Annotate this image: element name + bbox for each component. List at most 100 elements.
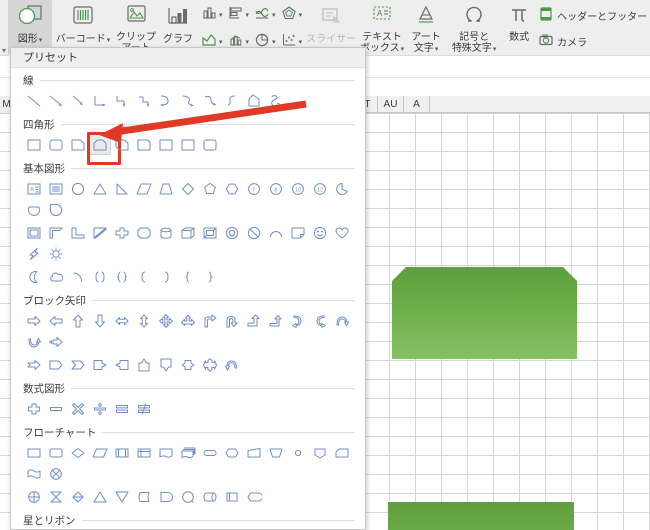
- shape-item-bent-up-arrow[interactable]: [243, 310, 265, 331]
- shape-item-no-symbol[interactable]: [243, 222, 265, 243]
- camera-button[interactable]: カメラ: [536, 28, 649, 54]
- shape-item-quad-arrow-callout[interactable]: [199, 354, 221, 375]
- shape-item-plus-sign[interactable]: [23, 398, 45, 419]
- shape-item-line-arrow-2[interactable]: [67, 90, 89, 111]
- chevron-down-icon[interactable]: ▾: [272, 11, 276, 19]
- shape-item-flow-or[interactable]: [45, 463, 67, 484]
- shape-item-arc-2[interactable]: [67, 266, 89, 287]
- shape-item-half-frame[interactable]: [45, 222, 67, 243]
- shape-item-flow-decision[interactable]: [67, 442, 89, 463]
- shape-item-line-arrow[interactable]: [45, 90, 67, 111]
- shape-item-left-arrow[interactable]: [45, 310, 67, 331]
- shape-item-flow-card[interactable]: [331, 442, 353, 463]
- shape-item-chevron-arrow[interactable]: [67, 354, 89, 375]
- barcode-button[interactable]: バーコード ▾: [52, 0, 114, 54]
- shape-item-rect[interactable]: [23, 134, 45, 155]
- shape-item-plaque[interactable]: [133, 222, 155, 243]
- shape-item-flow-summing-junction[interactable]: [23, 486, 45, 507]
- column-header-AU[interactable]: AU: [378, 96, 404, 112]
- shape-item-round-diagonal-corner[interactable]: [177, 134, 199, 155]
- shape-item-dodecagon[interactable]: 12: [309, 178, 331, 199]
- shape-item-heptagon[interactable]: 7: [243, 178, 265, 199]
- shape-item-flow-document[interactable]: [155, 442, 177, 463]
- shape-item-brace-pair[interactable]: [111, 266, 133, 287]
- shape-item-down-arrow[interactable]: [89, 310, 111, 331]
- shape-item-pie[interactable]: [331, 178, 353, 199]
- shape-item-folded-corner[interactable]: [287, 222, 309, 243]
- shape-item-arc[interactable]: [265, 222, 287, 243]
- chevron-down-icon[interactable]: ▾: [246, 38, 250, 46]
- shape-item-up-down-arrow[interactable]: [133, 310, 155, 331]
- clipart-button[interactable]: クリップ アート: [114, 0, 158, 54]
- shape-item-multiply-sign[interactable]: [67, 398, 89, 419]
- shape-item-down-arrow-callout[interactable]: [155, 354, 177, 375]
- chevron-down-icon[interactable]: ▾: [39, 36, 43, 44]
- shape-item-heart[interactable]: [331, 222, 353, 243]
- ribbon-overflow-caret-left[interactable]: ▾: [0, 28, 8, 55]
- shape-item-connector-curve[interactable]: [155, 90, 177, 111]
- shape-item-isosceles-triangle[interactable]: [89, 178, 111, 199]
- shape-item-flow-punched-tape[interactable]: [23, 463, 45, 484]
- shape-item-lightning-bolt[interactable]: [23, 243, 45, 264]
- shape-item-bent-arrow[interactable]: [199, 310, 221, 331]
- shape-item-hexagon[interactable]: [221, 178, 243, 199]
- shape-item-octagon[interactable]: 8: [265, 178, 287, 199]
- shape-item-can[interactable]: [155, 222, 177, 243]
- shape-item-flow-stored-data[interactable]: [133, 486, 155, 507]
- shape-item-donut[interactable]: [221, 222, 243, 243]
- shape-item-teardrop[interactable]: [45, 199, 67, 220]
- shape-item-smiley-face[interactable]: [309, 222, 331, 243]
- shape-item-quad-arrow[interactable]: [155, 310, 177, 331]
- shape-item-left-brace[interactable]: [177, 266, 199, 287]
- shape-item-right-bracket[interactable]: [155, 266, 177, 287]
- shape-item-right-triangle[interactable]: [111, 178, 133, 199]
- shape-item-flow-manual-operation[interactable]: [265, 442, 287, 463]
- shape-item-bent-up-arrow-2[interactable]: [265, 310, 287, 331]
- shape-item-sun[interactable]: [45, 243, 67, 264]
- shape-item-right-arrow-callout[interactable]: [89, 354, 111, 375]
- shape-item-line-straight[interactable]: [23, 90, 45, 111]
- shape-item-flow-delay[interactable]: [155, 486, 177, 507]
- chevron-down-icon[interactable]: ▾: [493, 45, 497, 53]
- line-chart-button[interactable]: ▾: [251, 2, 278, 28]
- shape-item-cloud[interactable]: [45, 266, 67, 287]
- shape-item-connector-elbow-3[interactable]: [133, 90, 155, 111]
- shape-item-diagonal-stripe[interactable]: [89, 222, 111, 243]
- chevron-down-icon[interactable]: ▾: [219, 38, 223, 46]
- shape-snip-diagonal-corner-bottom[interactable]: [388, 502, 574, 530]
- shape-item-left-arrow-callout[interactable]: [111, 354, 133, 375]
- chevron-down-icon[interactable]: ▾: [299, 38, 303, 46]
- header-footer-button[interactable]: ヘッダーとフッター: [536, 2, 649, 28]
- shape-item-flow-merge[interactable]: [111, 486, 133, 507]
- shape-item-cross[interactable]: [111, 222, 133, 243]
- shape-item-curved-left-arrow[interactable]: [309, 310, 331, 331]
- shape-item-division-sign[interactable]: [89, 398, 111, 419]
- hbar-chart-button[interactable]: ▾: [225, 2, 252, 28]
- chevron-down-icon[interactable]: ▾: [107, 36, 111, 44]
- shape-item-cube[interactable]: [177, 222, 199, 243]
- shape-item-flow-terminator[interactable]: [199, 442, 221, 463]
- shape-item-flow-direct-access[interactable]: [199, 486, 221, 507]
- shape-item-bracket-pair[interactable]: [89, 266, 111, 287]
- shape-item-text-box[interactable]: A: [23, 178, 45, 199]
- shape-item-left-bracket[interactable]: [133, 266, 155, 287]
- chevron-down-icon[interactable]: ▾: [219, 11, 223, 19]
- shape-item-flow-process[interactable]: [23, 442, 45, 463]
- shape-item-snip-diagonal-corner[interactable]: [87, 132, 121, 165]
- chevron-down-icon[interactable]: ▾: [435, 45, 439, 53]
- chevron-down-icon[interactable]: ▾: [272, 38, 276, 46]
- shape-item-flow-magnetic-disk[interactable]: [177, 486, 199, 507]
- shape-item-flow-internal-storage[interactable]: [133, 442, 155, 463]
- shape-item-flow-offpage-connector[interactable]: [309, 442, 331, 463]
- shape-item-circular-arrow[interactable]: [221, 354, 243, 375]
- shape-item-oval[interactable]: [67, 178, 89, 199]
- shape-item-equal-sign[interactable]: [111, 398, 133, 419]
- shapes-button[interactable]: 図形 ▾: [8, 0, 53, 54]
- shape-item-curved-up-arrow[interactable]: [331, 310, 353, 331]
- shape-item-moon[interactable]: [23, 266, 45, 287]
- shape-item-pentagon[interactable]: [199, 178, 221, 199]
- shape-item-flow-preparation[interactable]: [221, 442, 243, 463]
- symbol-button[interactable]: 記号と 特殊文字 ▾: [446, 0, 502, 54]
- shape-item-frame[interactable]: [23, 222, 45, 243]
- shape-item-snip-single-corner[interactable]: [67, 134, 89, 155]
